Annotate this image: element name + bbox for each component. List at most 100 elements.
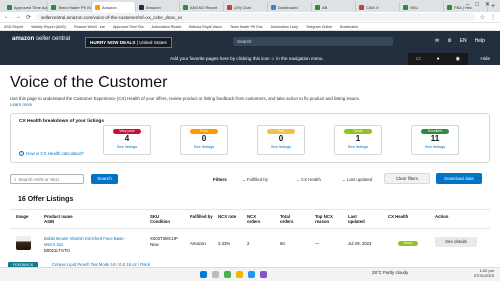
- bookmark-item[interactable]: Weekly Report (ANG): [31, 25, 66, 29]
- tab-label: Team Hader PK Ensh: [58, 4, 92, 10]
- see-listings-link[interactable]: See listings: [104, 144, 150, 149]
- amazon-logo[interactable]: amazon seller central: [12, 36, 70, 42]
- column-header[interactable]: Total orders: [280, 214, 293, 224]
- bookmark-item[interactable]: Automation Larry: [271, 25, 298, 29]
- bookmark-item[interactable]: Belinda Royal Vision: [189, 25, 222, 29]
- url-field[interactable]: sellercentral.amazon.com/voice-of-the-cu…: [36, 13, 475, 21]
- help-link[interactable]: Help: [475, 38, 485, 44]
- column-header[interactable]: Image: [16, 214, 28, 219]
- health-count: 0: [201, 134, 207, 143]
- clear-filters-button[interactable]: Clear filters: [384, 173, 430, 184]
- see-details-button[interactable]: See details: [435, 237, 477, 247]
- start-icon[interactable]: [200, 271, 207, 278]
- tab-favicon-icon: [139, 4, 144, 10]
- listings-title: 16 Offer Listings: [18, 196, 74, 203]
- cx-health-card: CX Health breakdown of your listings Ver…: [10, 113, 490, 163]
- see-listings-link[interactable]: See listings: [258, 144, 304, 149]
- asin-search-input[interactable]: ⌕ Search ASIN or SKU: [10, 174, 84, 184]
- search-taskbar-icon[interactable]: [212, 271, 219, 278]
- menu-icon[interactable]: ⋮: [490, 14, 496, 21]
- browser-tab[interactable]: ANGSD Report: [180, 2, 224, 12]
- star-icon[interactable]: ☆: [480, 14, 485, 21]
- deals-banner[interactable]: HURRY NOW DEALS | United States: [85, 37, 172, 48]
- browser-tab[interactable]: AB: [312, 2, 356, 12]
- weather-widget[interactable]: 28°C Partly cloudy: [372, 270, 408, 275]
- last-updated-label: Last updated: [346, 177, 373, 182]
- tab-favicon-icon: [95, 4, 100, 10]
- browser-tab[interactable]: Amazon: [92, 2, 136, 12]
- column-header[interactable]: Last updated: [348, 214, 365, 224]
- browser-tab[interactable]: SKU: [400, 2, 444, 12]
- cx-health-help-text: How is CX Health calculated?: [26, 151, 84, 156]
- bookmark-item[interactable]: Telegram Online: [306, 25, 332, 29]
- bookmark-item[interactable]: Team Hader PK Ens: [230, 25, 263, 29]
- reload-icon[interactable]: ⟳: [26, 14, 31, 21]
- record-icon[interactable]: ◉: [456, 56, 460, 62]
- browser-tab[interactable]: Dashboard: [268, 2, 312, 12]
- browser-tab[interactable]: (29) Chat: [224, 2, 268, 12]
- product-name-link[interactable]: Bobbi Brown Vitamin Enriched Face Base -…: [44, 236, 134, 247]
- bookmark-item[interactable]: Automation Ricard: [152, 25, 182, 29]
- chrome-icon[interactable]: [224, 271, 231, 278]
- last-updated-filter[interactable]: ⌄ Last updated: [342, 177, 372, 183]
- download-data-button[interactable]: Download data: [436, 173, 482, 184]
- tab-favicon-icon: [7, 4, 12, 10]
- intro-text: Use this page to understand the Customer…: [10, 96, 361, 101]
- table-row: Bobbi Brown Vitamin Enriched Face Base -…: [10, 231, 490, 257]
- forward-icon[interactable]: →: [15, 14, 21, 20]
- bookmark-item[interactable]: ASD Report: [4, 25, 23, 29]
- tab-label: SKU: [410, 4, 419, 10]
- edge-icon[interactable]: [248, 271, 255, 278]
- column-header[interactable]: Action: [435, 214, 448, 219]
- listings-table-header: Image Product name ASIN SKU Condition Fulfi…: [10, 209, 490, 229]
- tab-label: Approved Time Adjus: [14, 4, 47, 10]
- window-controls[interactable]: –□✕: [466, 1, 496, 8]
- bookmark-item[interactable]: Approved Time Eta: [113, 25, 144, 29]
- cx-health-title: CX Health breakdown of your listings: [19, 119, 105, 124]
- cx-health-box: Excellent 11 See listings: [411, 125, 459, 155]
- column-header[interactable]: SKU Condition: [150, 214, 170, 224]
- back-icon[interactable]: ←: [4, 14, 10, 20]
- column-header[interactable]: NCX rate: [218, 214, 236, 219]
- health-count: 11: [430, 134, 440, 143]
- column-header[interactable]: Fulfilled by: [190, 214, 213, 219]
- gear-icon[interactable]: ⚙: [447, 38, 451, 44]
- language-selector[interactable]: EN: [460, 38, 467, 44]
- clock[interactable]: 1:02 pm 07/31/2023: [474, 268, 494, 278]
- browser-tab[interactable]: C#M Jr: [356, 2, 400, 12]
- camera-icon[interactable]: ▭: [416, 56, 421, 62]
- browser-tab[interactable]: Amazon: [136, 2, 180, 12]
- column-header[interactable]: NCX orders: [247, 214, 260, 224]
- deals-label: HURRY NOW DEALS: [90, 40, 136, 45]
- column-header[interactable]: Top NCX reason: [315, 214, 333, 224]
- fulfilled-by-value: Amazon: [190, 241, 206, 246]
- bookmark-item[interactable]: Finance Weeli - ere: [74, 25, 105, 29]
- browser-tab[interactable]: Approved Time Adjus: [4, 2, 48, 12]
- see-listings-link[interactable]: See listings: [335, 144, 381, 149]
- teams-icon[interactable]: [260, 271, 267, 278]
- cx-health-filter[interactable]: ⌄ CX Health: [296, 177, 321, 183]
- fulfilled-by-filter[interactable]: ⌄ Fulfilled by: [242, 177, 268, 183]
- page-title: Voice of the Customer: [10, 74, 168, 91]
- search-button[interactable]: Search: [91, 174, 118, 184]
- cx-health-help-link[interactable]: ? How is CX Health calculated?: [19, 151, 84, 156]
- see-listings-link[interactable]: See listings: [181, 144, 227, 149]
- browser-tab[interactable]: Team Hader PK Ensh: [48, 2, 92, 12]
- taskbar-icons: [200, 271, 267, 278]
- see-listings-link[interactable]: See listings: [412, 144, 458, 149]
- product-asin: B0021LTSTO: [44, 248, 70, 253]
- address-bar: ← → ⟳ sellercentral.amazon.com/voice-of-…: [0, 12, 500, 23]
- hide-link[interactable]: Hide: [481, 56, 490, 61]
- header-search-input[interactable]: Search: [233, 37, 393, 46]
- last-updated-value: Jul 29, 2023: [348, 241, 372, 246]
- bookmark-item[interactable]: Bookmarks: [340, 25, 358, 29]
- column-header[interactable]: Product name ASIN: [44, 214, 73, 224]
- learn-more-link[interactable]: Learn more: [10, 102, 490, 108]
- column-header[interactable]: CX Health: [388, 214, 408, 219]
- product-image[interactable]: [16, 236, 31, 250]
- mic-icon[interactable]: ●: [437, 56, 440, 62]
- ncx-rate-value: 3.33%: [218, 241, 231, 246]
- clock-date: 07/31/2023: [473, 273, 494, 278]
- folder-icon[interactable]: [236, 271, 243, 278]
- mail-icon[interactable]: ✉: [435, 38, 439, 44]
